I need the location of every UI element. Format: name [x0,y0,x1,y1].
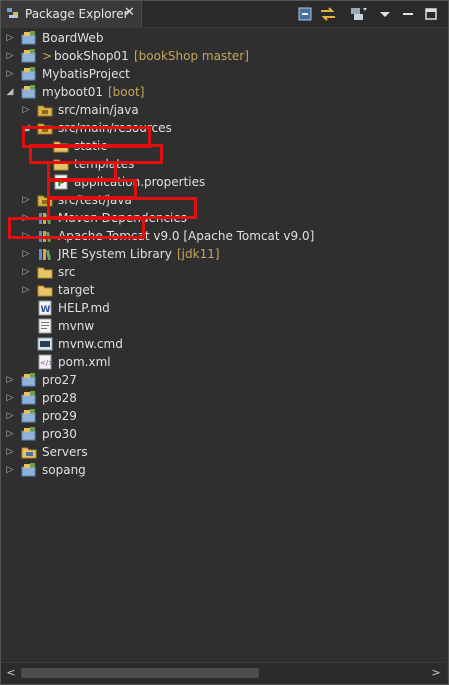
git-dirty-marker: > [42,49,53,63]
project-icon [21,463,36,477]
filters-icon[interactable] [348,5,368,23]
tree-item-label: target [58,283,95,297]
xml-file-icon: </> [38,354,53,370]
tree-item-label: Servers [42,445,88,459]
tree-item[interactable]: ▷ JRE System Library [jdk11] [0,245,447,263]
scroll-left-icon[interactable]: < [4,665,18,681]
tree-item[interactable]: mvnw.cmd [0,335,447,353]
tree-item[interactable]: ▷ MybatisProject [0,65,447,83]
highlight-templates [47,179,137,199]
project-tree[interactable]: ▷ BoardWeb ▷ > bookShop01 [bookShop master] ▷ M… [0,28,447,662]
tree-item-label: MybatisProject [42,67,130,81]
tree-item[interactable]: ▷ src [0,263,447,281]
tree-item-label: pro29 [42,409,77,423]
chevron-right-icon[interactable]: ▷ [5,373,15,387]
svg-text:</>: </> [40,359,53,367]
text-file-icon [38,318,52,334]
tree-item[interactable]: ▷ pro27 [0,371,447,389]
tree-item-label: sopang [42,463,86,477]
chevron-right-icon[interactable]: ▷ [5,427,15,441]
close-icon[interactable]: ✕ [123,6,136,20]
chevron-right-icon[interactable]: ▷ [5,445,15,459]
tree-item[interactable]: ▷ pro30 [0,425,447,443]
chevron-right-icon[interactable]: ▷ [21,103,31,117]
tree-item[interactable]: ▷ sopang [0,461,447,479]
tree-item-label: pro27 [42,373,77,387]
tree-item-decoration: [jdk11] [177,247,220,261]
tree-item[interactable]: </> pom.xml [0,353,447,371]
chevron-right-icon[interactable]: ▷ [5,31,15,45]
tree-item-label: src [58,265,76,279]
tree-item-label: mvnw [58,319,95,333]
project-icon [21,85,36,99]
tree-item-decoration: [boot] [108,85,145,99]
svg-text:W: W [41,305,51,315]
tree-item-label: mvnw.cmd [58,337,123,351]
chevron-right-icon[interactable]: ▷ [5,67,15,81]
minimize-icon[interactable] [398,5,418,23]
tree-item-label: JRE System Library [58,247,172,261]
folder-icon [37,267,53,279]
source-folder-icon [37,105,53,117]
project-icon [21,409,36,423]
tree-item-label: myboot01 [42,85,104,99]
cmd-file-icon [37,337,53,351]
chevron-right-icon[interactable]: ▷ [5,49,15,63]
highlight-src-test-java [8,217,145,239]
chevron-right-icon[interactable]: ▷ [5,463,15,477]
tab-package-explorer[interactable]: Package Explorer ✕ [1,1,142,27]
chevron-right-icon[interactable]: ▷ [21,265,31,279]
tree-item[interactable]: mvnw [0,317,447,335]
chevron-right-icon[interactable]: ▷ [21,247,31,261]
project-icon [21,67,36,81]
scroll-right-icon[interactable]: > [429,665,443,681]
tree-item[interactable]: W HELP.md [0,299,447,317]
tree-item-label: HELP.md [58,301,110,315]
tree-item-label: src/main/java [58,103,139,117]
view-menu-icon[interactable] [375,5,395,23]
tree-item[interactable]: ◢ myboot01 [boot] [0,83,447,101]
highlight-application-properties [47,197,197,219]
tab-title: Package Explorer [25,7,129,21]
chevron-right-icon[interactable]: ▷ [21,283,31,297]
scrollbar-thumb[interactable] [21,668,259,678]
tree-item[interactable]: ▷ BoardWeb [0,29,447,47]
horizontal-scrollbar[interactable]: < > [1,662,446,683]
chevron-right-icon[interactable]: ▷ [5,391,15,405]
servers-folder-icon [21,447,37,459]
folder-icon [37,285,53,297]
link-with-editor-icon[interactable] [318,5,338,23]
tree-item[interactable]: ▷ target [0,281,447,299]
tree-item-label: pro28 [42,391,77,405]
highlight-static [47,161,117,181]
tree-item[interactable]: ▷ > bookShop01 [bookShop master] [0,47,447,65]
chevron-down-icon[interactable]: ◢ [5,85,15,99]
tree-item[interactable]: ▷ Servers [0,443,447,461]
view-tab-bar: Package Explorer ✕ [1,1,448,28]
library-icon [39,249,51,261]
project-icon [21,427,36,441]
tree-item-label: bookShop01 [54,49,129,63]
chevron-right-icon[interactable]: ▷ [5,409,15,423]
tree-item[interactable]: ▷ src/main/java [0,101,447,119]
tree-item-decoration: [bookShop master] [134,49,249,63]
tree-item-label: pom.xml [58,355,111,369]
tree-item-label: BoardWeb [42,31,104,45]
tree-item[interactable]: ▷ pro28 [0,389,447,407]
package-explorer-icon [7,8,18,18]
tree-item[interactable]: ▷ pro29 [0,407,447,425]
project-icon [21,373,36,387]
project-icon [21,391,36,405]
maximize-icon[interactable] [421,5,441,23]
tree-item-label: pro30 [42,427,77,441]
project-icon [21,49,36,63]
chevron-right-icon[interactable]: ▷ [21,193,31,207]
markdown-file-icon: W [38,300,52,316]
collapse-all-icon[interactable] [295,5,315,23]
project-icon [21,31,36,45]
